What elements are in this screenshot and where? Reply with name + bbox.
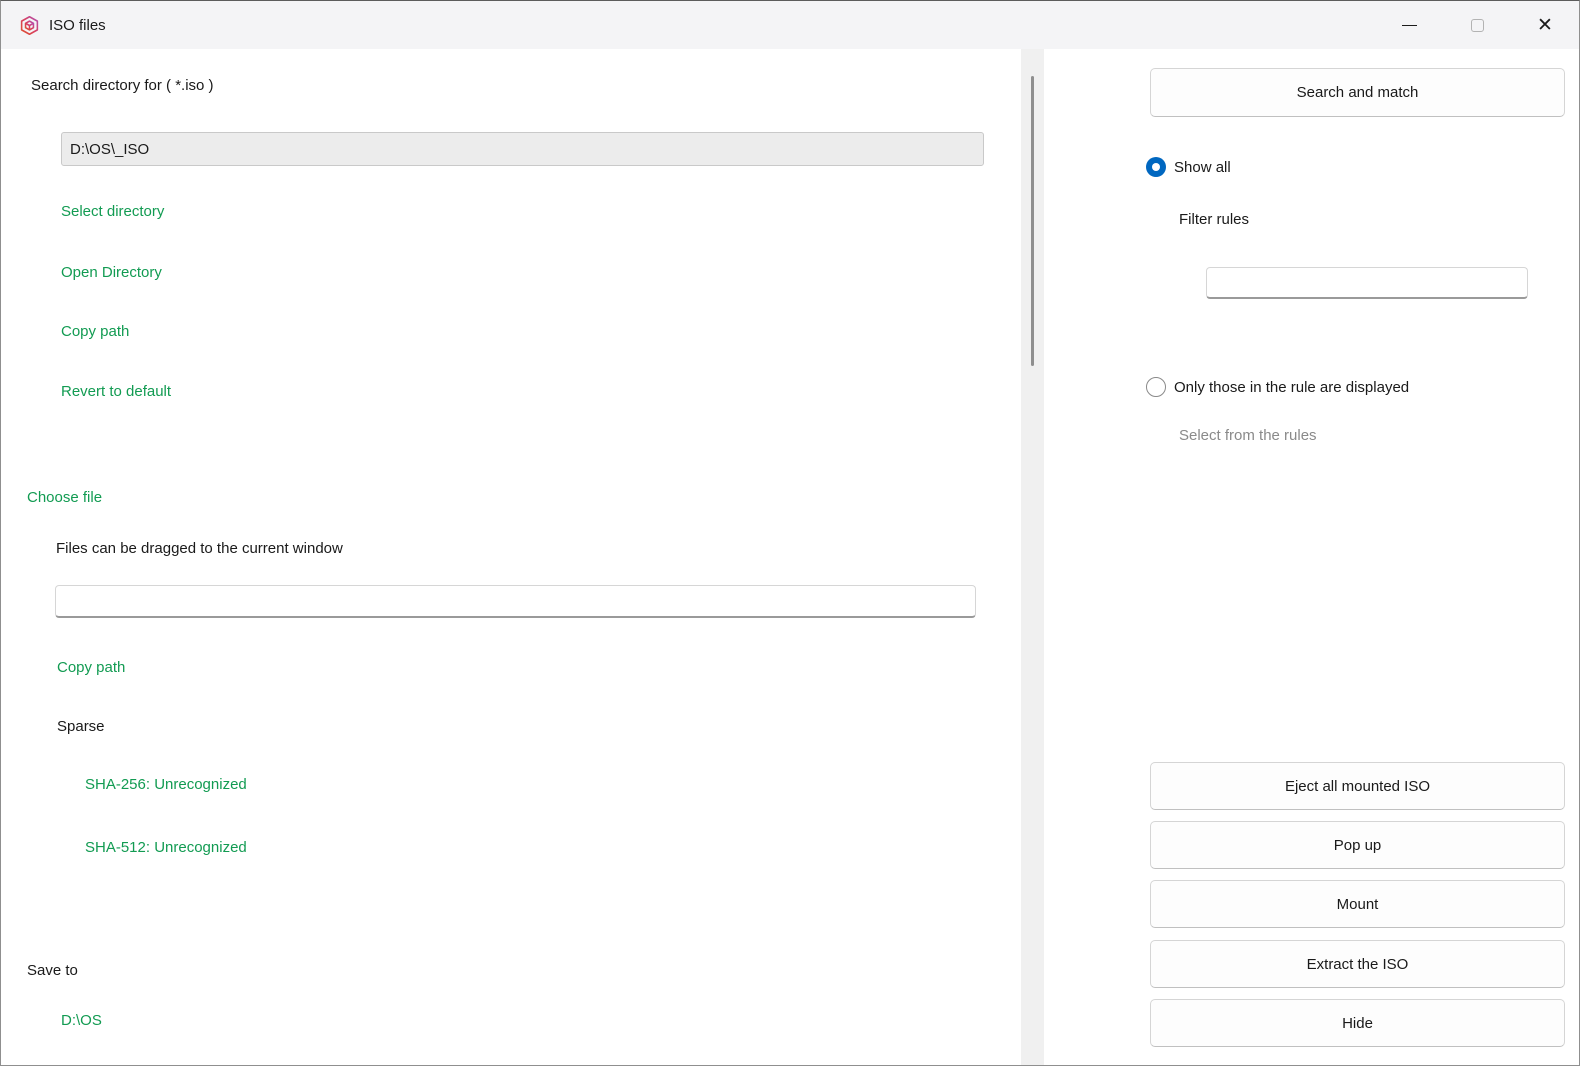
maximize-icon xyxy=(1471,19,1484,32)
caption-buttons: ✕ xyxy=(1375,1,1579,49)
show-all-radio-label[interactable]: Show all xyxy=(1174,158,1231,178)
minimize-button[interactable] xyxy=(1375,1,1443,49)
sha512-status[interactable]: SHA-512: Unrecognized xyxy=(85,838,247,858)
copy-path-link[interactable]: Copy path xyxy=(61,322,129,342)
save-to-label: Save to xyxy=(27,961,78,981)
select-from-rules-link[interactable]: Select from the rules xyxy=(1179,426,1317,446)
rule-only-radio[interactable] xyxy=(1146,377,1166,397)
copy-file-path-link[interactable]: Copy path xyxy=(57,658,125,678)
window-title: ISO files xyxy=(49,17,106,34)
hide-button[interactable]: Hide xyxy=(1150,999,1565,1047)
pop-up-button[interactable]: Pop up xyxy=(1150,821,1565,869)
search-directory-label: Search directory for ( *.iso ) xyxy=(31,76,214,96)
titlebar: ISO files ✕ xyxy=(1,1,1579,49)
rule-only-radio-label[interactable]: Only those in the rule are displayed xyxy=(1174,378,1409,398)
filter-rules-label: Filter rules xyxy=(1179,210,1249,230)
show-all-radio[interactable] xyxy=(1146,157,1166,177)
content-area: Search directory for ( *.iso ) Select di… xyxy=(1,49,1579,1065)
sparse-label: Sparse xyxy=(57,717,105,737)
app-window: ISO files ✕ Search directory for ( *.iso… xyxy=(0,0,1580,1066)
drag-hint-label: Files can be dragged to the current wind… xyxy=(56,539,343,559)
extract-the-iso-button[interactable]: Extract the ISO xyxy=(1150,940,1565,988)
chosen-file-input[interactable] xyxy=(55,585,976,618)
app-logo-icon xyxy=(19,15,40,36)
filter-rules-input[interactable] xyxy=(1206,267,1528,299)
close-icon: ✕ xyxy=(1537,16,1553,35)
close-button[interactable]: ✕ xyxy=(1511,1,1579,49)
choose-file-link[interactable]: Choose file xyxy=(27,488,102,508)
save-to-path-link[interactable]: D:\OS xyxy=(61,1011,102,1031)
search-directory-input[interactable] xyxy=(61,132,984,166)
vertical-scrollbar-track[interactable] xyxy=(1021,49,1044,1065)
minimize-icon xyxy=(1402,25,1417,26)
mount-button[interactable]: Mount xyxy=(1150,880,1565,928)
maximize-button[interactable] xyxy=(1443,1,1511,49)
open-directory-link[interactable]: Open Directory xyxy=(61,263,162,283)
sha256-status[interactable]: SHA-256: Unrecognized xyxy=(85,775,247,795)
vertical-scrollbar-thumb[interactable] xyxy=(1031,76,1034,366)
revert-to-default-link[interactable]: Revert to default xyxy=(61,382,171,402)
search-and-match-button[interactable]: Search and match xyxy=(1150,68,1565,117)
select-directory-link[interactable]: Select directory xyxy=(61,202,164,222)
eject-all-mounted-iso-button[interactable]: Eject all mounted ISO xyxy=(1150,762,1565,810)
